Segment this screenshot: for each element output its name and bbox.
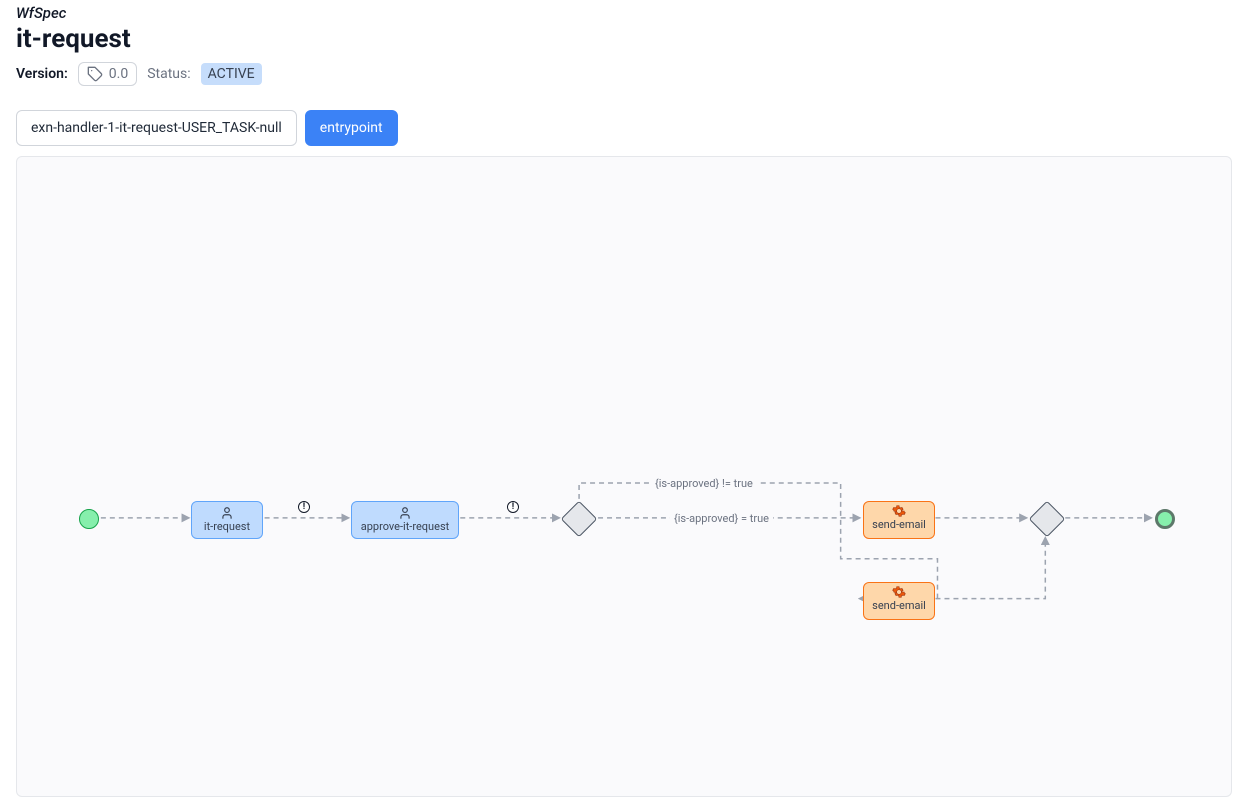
version-value: 0.0 bbox=[109, 66, 128, 82]
node-label: approve-it-request bbox=[352, 521, 458, 533]
threadspec-tabs: exn-handler-1-it-request-USER_TASK-null … bbox=[16, 110, 1232, 146]
version-label: Version: bbox=[16, 66, 68, 82]
version-pill[interactable]: 0.0 bbox=[78, 62, 137, 86]
page-title: it-request bbox=[16, 24, 1232, 54]
nop-gateway[interactable] bbox=[561, 501, 598, 538]
status-label: Status: bbox=[147, 66, 190, 82]
edge-label-is-true: {is-approved} = true bbox=[670, 512, 773, 525]
node-it-request[interactable]: it-request bbox=[191, 501, 263, 539]
exit-node-icon[interactable] bbox=[1155, 509, 1175, 529]
status-badge: ACTIVE bbox=[201, 63, 262, 85]
edge-label-not-true: {is-approved} != true bbox=[651, 477, 757, 490]
entrypoint-node-icon[interactable] bbox=[79, 509, 99, 529]
node-label: send-email bbox=[864, 600, 934, 612]
nop-gateway[interactable] bbox=[1029, 501, 1066, 538]
tab-exn-handler[interactable]: exn-handler-1-it-request-USER_TASK-null bbox=[16, 110, 297, 146]
alert-icon[interactable]: ! bbox=[507, 501, 519, 513]
user-icon bbox=[220, 506, 234, 520]
node-send-email-2[interactable]: send-email bbox=[863, 582, 935, 620]
gear-icon bbox=[892, 504, 906, 518]
workflow-diagram[interactable]: it-request ! approve-it-request ! {is-ap… bbox=[16, 156, 1232, 797]
node-label: send-email bbox=[864, 519, 934, 531]
breadcrumb-type: WfSpec bbox=[16, 4, 1232, 22]
tag-icon bbox=[87, 66, 103, 82]
alert-icon[interactable]: ! bbox=[298, 501, 310, 513]
user-icon bbox=[398, 506, 412, 520]
tab-entrypoint[interactable]: entrypoint bbox=[305, 110, 398, 146]
node-label: it-request bbox=[192, 521, 262, 533]
node-send-email-1[interactable]: send-email bbox=[863, 501, 935, 539]
node-approve-it-request[interactable]: approve-it-request bbox=[351, 501, 459, 539]
meta-row: Version: 0.0 Status: ACTIVE bbox=[16, 62, 1232, 86]
gear-icon bbox=[892, 585, 906, 599]
